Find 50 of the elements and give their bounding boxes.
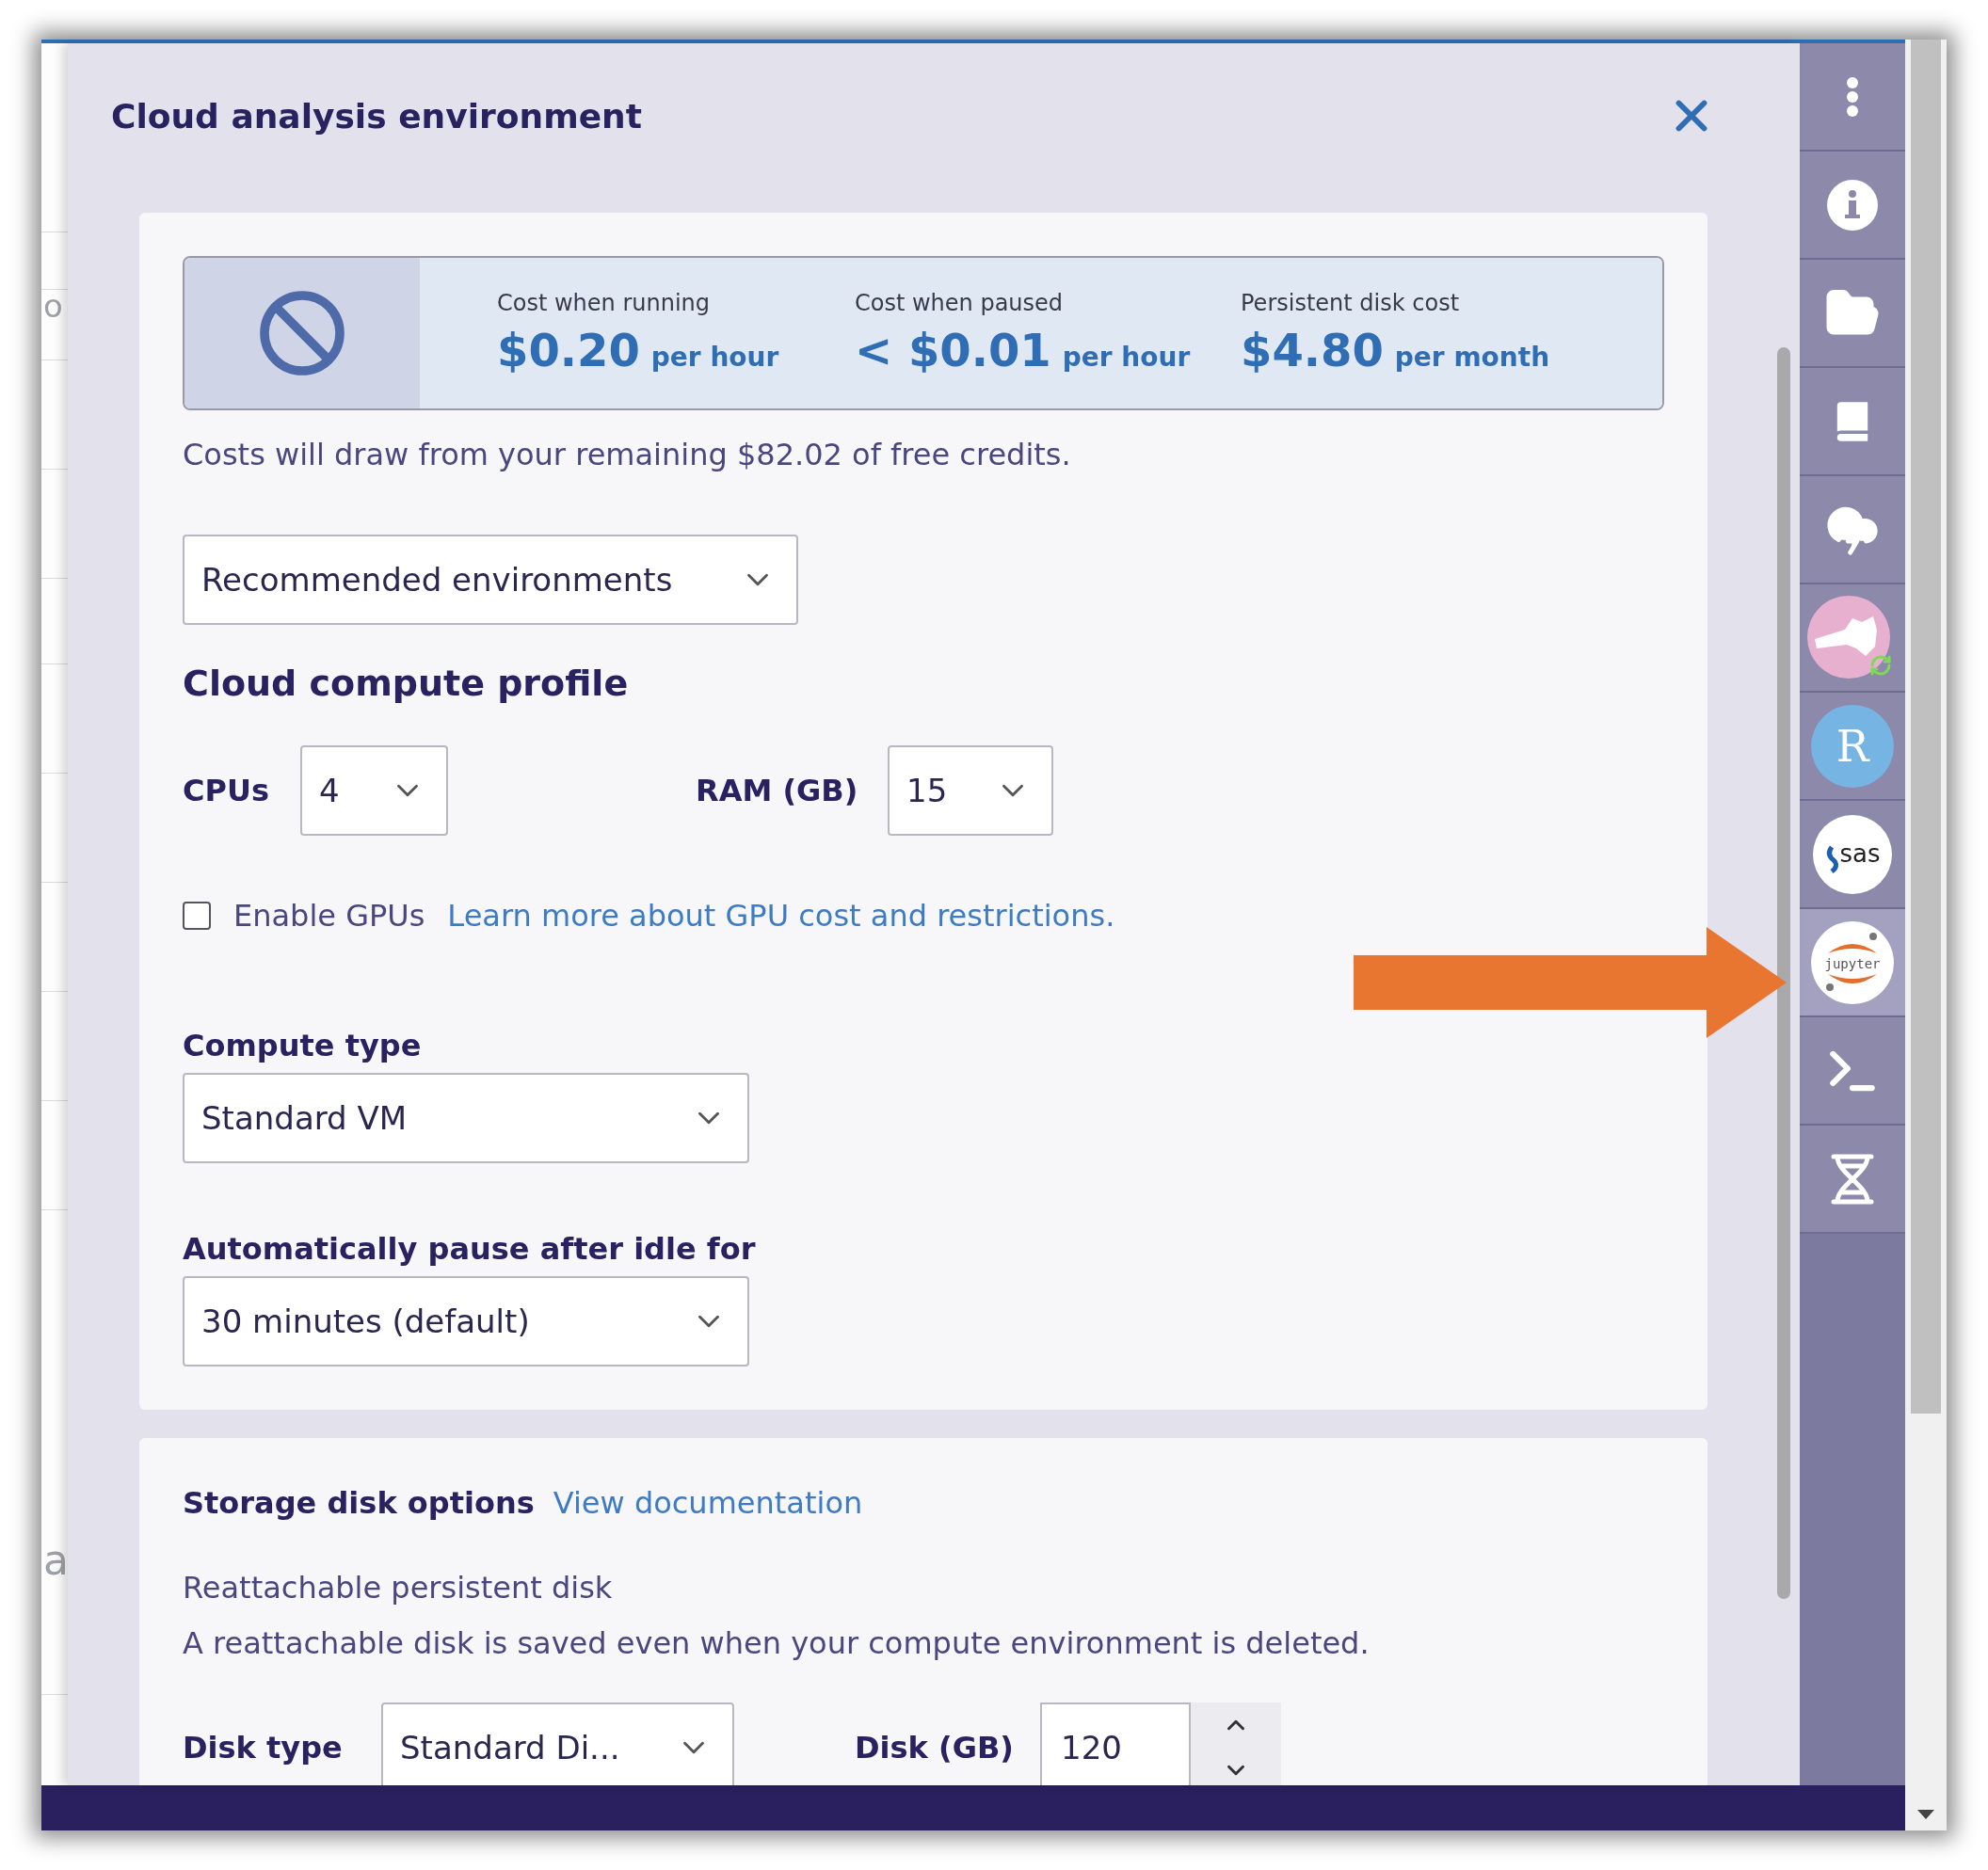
cost-label: Cost when running	[497, 290, 712, 316]
section-heading: Cloud compute profile	[183, 663, 630, 704]
checkbox-label: Enable GPUs	[233, 898, 425, 934]
background-text: a	[42, 1540, 68, 1581]
jupyter-logo-icon: jupyter	[1811, 920, 1894, 1004]
subheading: Reattachable persistent disk	[183, 1570, 614, 1606]
sidebar-item[interactable]	[1800, 1126, 1905, 1234]
gpu-checkbox[interactable]	[183, 902, 211, 930]
ram-select[interactable]: 15	[888, 745, 1053, 836]
field-label: Compute type	[183, 1028, 423, 1063]
sidebar-item[interactable]	[1800, 43, 1905, 152]
sidebar-item[interactable]	[1800, 584, 1905, 693]
field-label: CPUs	[183, 773, 270, 808]
sidebar-item[interactable]	[1800, 260, 1905, 368]
credits-note: Costs will draw from your remaining $82.02 of free credits.	[183, 437, 1072, 472]
section-heading: Storage disk options	[183, 1485, 535, 1521]
sidebar-item[interactable]: jupyter	[1800, 909, 1905, 1017]
scroll-down-icon[interactable]	[1917, 1810, 1934, 1819]
cost-label: Cost when paused	[855, 290, 1065, 316]
background-text: o	[42, 290, 64, 322]
scrollbar[interactable]	[1777, 347, 1790, 1599]
scrollbar[interactable]	[1911, 40, 1941, 1414]
cost-value: < $0.01 per hour	[855, 324, 1192, 376]
sidebar-item[interactable]	[1800, 368, 1905, 476]
compute-type-select[interactable]: Standard VM	[183, 1073, 749, 1163]
r-logo-icon: R	[1811, 704, 1894, 788]
cost-label: Persistent disk cost	[1241, 290, 1461, 316]
disk-size-field[interactable]: 120	[1040, 1702, 1191, 1785]
cpus-select[interactable]: 4	[300, 745, 448, 836]
sas-logo-icon: sas	[1813, 814, 1892, 894]
field-label: Automatically pause after idle for	[183, 1231, 757, 1267]
sidebar-item[interactable]	[1800, 1017, 1905, 1126]
cost-value: $0.20 per hour	[497, 324, 780, 376]
disk-type-select[interactable]: Standard Di...	[381, 1702, 734, 1785]
disk-description: A reattachable disk is saved even when your compute environment is deleted.	[183, 1625, 1371, 1661]
sidebar-item[interactable]: sas	[1800, 801, 1905, 909]
sidebar-item[interactable]	[1800, 476, 1905, 584]
cost-value: $4.80 per month	[1241, 324, 1551, 376]
sidebar-item[interactable]	[1800, 152, 1905, 260]
field-label: Disk type	[183, 1730, 344, 1766]
window-title: Cloud analysis environment	[111, 96, 642, 136]
info-icon	[1826, 178, 1879, 232]
environment-select[interactable]: Recommended environments	[183, 535, 798, 625]
field-label: RAM (GB)	[696, 773, 859, 808]
field-label: Disk (GB)	[855, 1730, 1015, 1766]
documentation-link[interactable]: View documentation	[553, 1485, 863, 1521]
gpu-info-link[interactable]: Learn more about GPU cost and restrictions.	[447, 898, 1115, 934]
prohibited-icon	[257, 288, 347, 378]
auto-pause-select[interactable]: 30 minutes (default)	[183, 1276, 749, 1367]
more-icon	[1846, 75, 1859, 118]
